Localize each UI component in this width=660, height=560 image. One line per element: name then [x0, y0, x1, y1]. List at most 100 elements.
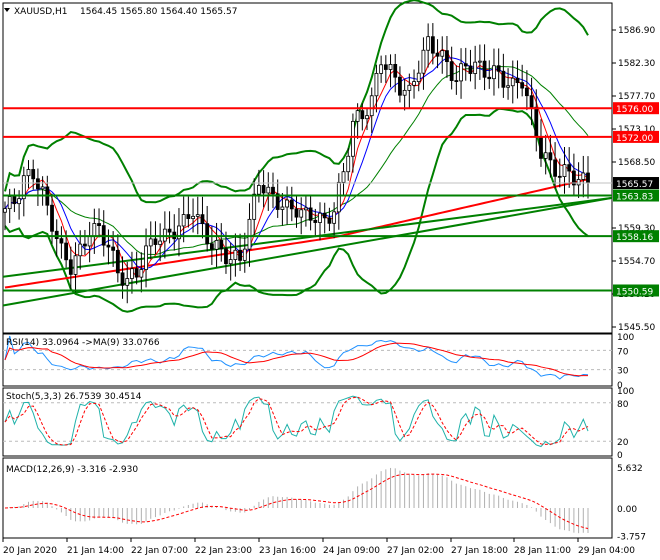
- candle-body: [473, 61, 478, 74]
- candle-body: [36, 178, 40, 190]
- candle-body: [73, 255, 78, 275]
- candle-body: [266, 186, 271, 194]
- candle-body: [181, 214, 186, 227]
- time-tick-label: 20 Jan 2020: [3, 546, 57, 556]
- candle-body: [167, 228, 172, 233]
- candle-body: [83, 243, 87, 247]
- macd-axis-label: 0.00: [617, 505, 637, 515]
- candle-body: [412, 81, 416, 86]
- candle-body: [346, 155, 351, 173]
- time-tick-label: 21 Jan 14:00: [67, 546, 124, 556]
- candle-body: [355, 110, 360, 122]
- candle-body: [524, 87, 529, 97]
- candle-body: [111, 246, 116, 251]
- candle-body: [304, 207, 308, 211]
- stoch-axis-label: 80: [617, 400, 629, 410]
- candle-body: [402, 89, 407, 96]
- candle-body: [289, 199, 294, 210]
- candle-body: [534, 106, 539, 138]
- candle-body: [379, 64, 384, 74]
- candle-body: [200, 214, 205, 225]
- time-tick-label: 22 Jan 23:00: [195, 546, 252, 556]
- candle-body: [294, 208, 299, 218]
- candle-body: [134, 268, 139, 278]
- candle-body: [459, 63, 463, 82]
- candle-body: [40, 186, 45, 190]
- candle-body: [68, 259, 73, 275]
- candle-body: [7, 196, 12, 210]
- macd-axis-label: 5.632: [617, 464, 643, 474]
- candle-body: [529, 95, 534, 108]
- candle-body: [261, 185, 266, 194]
- candle-body: [153, 238, 158, 245]
- candle-body: [501, 70, 506, 88]
- rsi-axis-label: 30: [617, 367, 629, 377]
- candle-body: [318, 212, 322, 223]
- candle-body: [191, 215, 195, 219]
- bollinger-upper: [4, 0, 589, 204]
- candle-body: [468, 65, 473, 74]
- candle-body: [332, 211, 337, 224]
- time-tick-label: 22 Jan 07:00: [131, 546, 188, 556]
- candle-body: [144, 245, 148, 270]
- price-tick-label: 1586.90: [618, 26, 655, 36]
- candle-body: [308, 207, 313, 221]
- candle-body: [214, 240, 219, 250]
- macd-label: MACD(12,26,9) -3.316 -2.930: [6, 465, 138, 475]
- candle-body: [115, 249, 120, 274]
- candle-body: [398, 76, 402, 96]
- time-tick-label: 27 Jan 18:00: [451, 546, 508, 556]
- level-tag-label: 1550.59: [616, 287, 653, 297]
- candle-body: [463, 63, 468, 67]
- candle-body: [209, 243, 214, 250]
- candle-body: [421, 49, 426, 74]
- chart-canvas[interactable]: 1586.901582.301577.701573.101568.501559.…: [0, 0, 660, 560]
- candle-body: [562, 164, 567, 177]
- candle-body: [224, 248, 228, 265]
- candle-body: [477, 60, 482, 63]
- candle-body: [327, 217, 332, 224]
- rsi-label: RSI(14) 33.0964 ->MA(9) 33.0766: [6, 338, 160, 348]
- ohlc-label: 1564.45 1565.80 1564.40 1565.57: [80, 7, 237, 17]
- candle-body: [388, 64, 393, 70]
- time-tick-label: 27 Jan 02:00: [387, 546, 444, 556]
- price-tick-label: 1554.70: [618, 257, 655, 267]
- candle-body: [299, 209, 304, 218]
- candle-body: [59, 238, 64, 244]
- candle-body: [393, 64, 398, 78]
- candle-body: [228, 259, 233, 265]
- candle-body: [195, 214, 200, 217]
- candle-body: [130, 268, 134, 279]
- candle-body: [148, 238, 153, 247]
- main-pane: [2, 2, 613, 334]
- time-tick-label: 28 Jan 11:00: [514, 546, 571, 556]
- level-tag-label: 1563.83: [616, 193, 653, 203]
- candle-body: [543, 152, 548, 159]
- candle-body: [426, 36, 431, 51]
- time-tick-label: 29 Jan 04:00: [578, 546, 635, 556]
- price-tick-label: 1577.70: [618, 92, 655, 102]
- candle-body: [581, 172, 586, 180]
- candle-body: [416, 72, 421, 82]
- candle-body: [520, 82, 525, 89]
- level-tag-label: 1576.00: [616, 105, 653, 115]
- time-tick-label: 23 Jan 16:00: [259, 546, 316, 556]
- symbol-label: XAUUSD,H1: [14, 7, 68, 17]
- candle-body: [365, 115, 369, 120]
- candle-body: [430, 36, 435, 54]
- candle-body: [247, 218, 252, 250]
- rsi-axis-label: 100: [617, 333, 634, 343]
- candle-body: [515, 77, 520, 84]
- current-price-label: 1565.57: [616, 180, 653, 190]
- collapse-arrow-icon[interactable]: [4, 8, 10, 12]
- price-tick-label: 1568.50: [618, 158, 655, 168]
- candle-body: [106, 244, 111, 248]
- candle-body: [576, 179, 581, 186]
- time-tick-label: 24 Jan 09:00: [323, 546, 380, 556]
- candle-body: [351, 120, 355, 157]
- candle-body: [162, 228, 167, 242]
- candle-body: [186, 214, 191, 219]
- candle-body: [454, 80, 459, 82]
- candle-body: [205, 223, 210, 245]
- stoch-label: Stoch(5,3,3) 26.7539 30.4514: [6, 392, 142, 402]
